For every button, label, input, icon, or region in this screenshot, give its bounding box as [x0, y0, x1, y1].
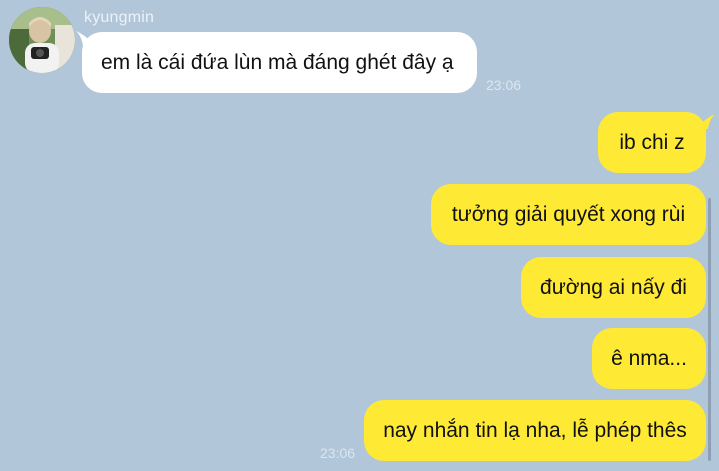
- incoming-message-time: 23:06: [486, 77, 522, 93]
- outgoing-message-bubble[interactable]: ê nma...: [592, 328, 706, 389]
- outgoing-message-bubble[interactable]: tưởng giải quyết xong rùi: [431, 184, 706, 245]
- outgoing-message-bubble[interactable]: nay nhắn tin lạ nha, lễ phép thês: [364, 400, 706, 461]
- outgoing-message-bubble[interactable]: đường ai nấy đi: [521, 257, 706, 318]
- incoming-message-text: em là cái đứa lùn mà đáng ghét đây ạ: [101, 50, 454, 74]
- sender-name: kyungmin: [84, 9, 155, 26]
- outgoing-message-text: nay nhắn tin lạ nha, lễ phép thês: [383, 418, 687, 442]
- outgoing-message-text: tưởng giải quyết xong rùi: [451, 202, 686, 226]
- outgoing-message-text: ê nma...: [611, 346, 687, 370]
- scrollbar[interactable]: [708, 198, 711, 461]
- chat-area: kyungmin em là cái đứa lùn mà đáng ghét …: [0, 0, 719, 471]
- outgoing-message-time: 23:06: [320, 445, 356, 461]
- incoming-message-bubble[interactable]: em là cái đứa lùn mà đáng ghét đây ạ: [82, 32, 477, 93]
- outgoing-message-text: ib chi z: [619, 130, 685, 154]
- outgoing-message-text: đường ai nấy đi: [540, 275, 687, 299]
- avatar-photo: [9, 7, 75, 73]
- outgoing-message-bubble[interactable]: ib chi z: [598, 112, 706, 173]
- avatar[interactable]: [9, 7, 75, 73]
